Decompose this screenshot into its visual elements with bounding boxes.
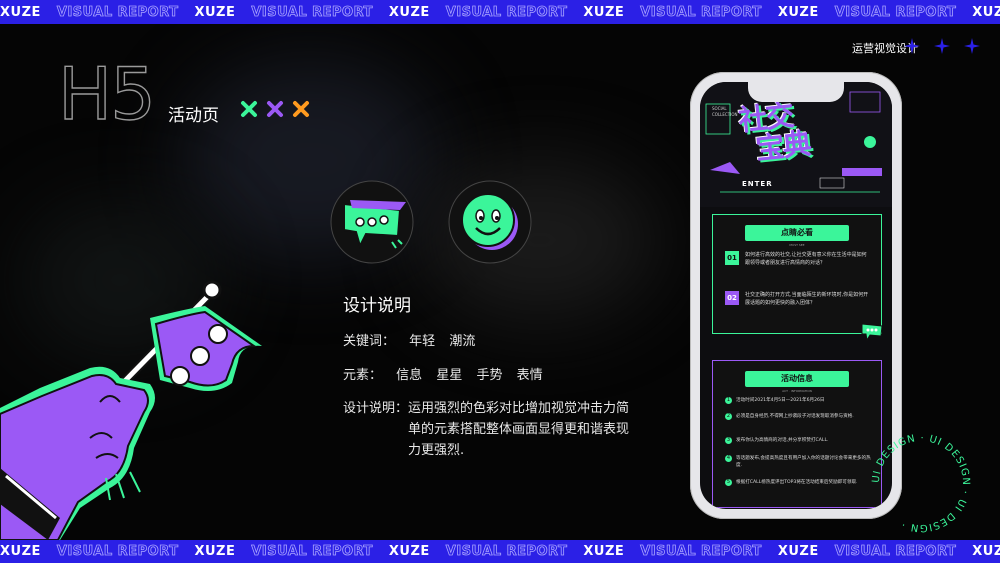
element-tag: 星星	[436, 368, 463, 383]
question-text: 社交正确的打开方式,当面临陌生的新环境时,你是如何开展话题的如何更快的融入团体？	[745, 292, 869, 306]
question-number: 01	[725, 251, 739, 265]
info-text: 活动时间2021年4月5日—2021年6月26日	[736, 398, 825, 403]
info-number: 5	[725, 479, 732, 486]
banner-text: XUZE	[388, 4, 430, 20]
chat-sticker-icon	[861, 323, 883, 342]
banner-text: XUZE	[0, 4, 41, 20]
element-tag: 手势	[476, 368, 503, 383]
keyword: 潮流	[449, 334, 476, 349]
info-text: 必须是自身经历,不得网上抄袭段子对话发现取消参与资格.	[736, 414, 854, 419]
activity-subheading: ACT · INFORMATION	[782, 389, 812, 393]
elements-label: 元素：	[343, 368, 383, 383]
ring-text: UI DESIGN · UI DESIGN · UI DESIGN ·	[871, 433, 970, 533]
hero-title: 社交 宝典	[737, 98, 812, 166]
info-item: 4 等话题发布,会提高热度且有用户加入你的话题讨论会带来更多的热度.	[725, 455, 871, 469]
explanation-row: 设计说明： 运用强烈的色彩对比增加视觉冲击力简单的元素搭配整体画面显得更和谐表现…	[343, 398, 640, 461]
banner-text: VISUAL REPORT	[640, 544, 762, 560]
info-text: 等话题发布,会提高热度且有用户加入你的话题讨论会带来更多的热度.	[736, 456, 871, 468]
banner-text: VISUAL REPORT	[445, 544, 568, 560]
banner-text: XUZE	[972, 544, 1000, 559]
x-icon	[267, 101, 283, 117]
banner-text: VISUAL REPORT	[251, 544, 373, 560]
info-item: 2 必须是自身经历,不得网上抄袭段子对话发现取消参与资格.	[725, 413, 871, 420]
banner-text: XUZE	[0, 544, 41, 559]
must-see-card: 点睛必看 MUST SEE 01 如何进行高效的社交,让社交更有意义你在生活中是…	[712, 214, 882, 334]
banner-text: XUZE	[388, 544, 430, 559]
sparkle-star-icon	[904, 38, 920, 54]
question-number: 02	[725, 291, 739, 305]
banner-text: XUZE	[583, 4, 625, 20]
banner-text: VISUAL REPORT	[445, 4, 568, 20]
keywords-label: 关键词：	[343, 334, 396, 349]
hero-title-line2: 宝典	[753, 126, 812, 166]
keyword: 年轻	[409, 334, 436, 349]
must-see-heading: 点睛必看	[745, 225, 849, 241]
x-icon	[293, 101, 309, 117]
x-mark-group	[240, 100, 310, 118]
hand-flag-illustration	[0, 280, 262, 540]
info-item: 1 活动时间2021年4月5日—2021年6月26日	[725, 397, 871, 404]
banner-text: XUZE	[583, 544, 625, 559]
svg-text:UI DESIGN · UI DESIGN · UI DES: UI DESIGN · UI DESIGN · UI DESIGN ·	[871, 433, 971, 533]
question-item[interactable]: 02 社交正确的打开方式,当面临陌生的新环境时,你是如何开展话题的如何更快的融入…	[725, 291, 869, 307]
banner-text: VISUAL REPORT	[640, 4, 762, 20]
sparkle-star-icon	[964, 38, 980, 54]
keywords-row: 关键词： 年轻 潮流	[343, 330, 485, 349]
banner-text: VISUAL REPORT	[56, 4, 179, 20]
question-item[interactable]: 01 如何进行高效的社交,让社交更有意义你在生活中是如何跟领导或者朋友进行高情商…	[725, 251, 869, 267]
banner-text: VISUAL REPORT	[56, 544, 179, 560]
element-tag: 信息	[396, 368, 423, 383]
banner-text: VISUAL REPORT	[834, 4, 957, 20]
star-group	[904, 38, 980, 54]
description-title: 设计说明	[343, 296, 411, 316]
explanation-text: 运用强烈的色彩对比增加视觉冲击力简单的元素搭配整体画面显得更和谐表现力更强烈.	[408, 401, 630, 458]
info-item: 5 根据打CALL榜热度评出TOP3将在活动结束后奖励即可领取.	[725, 479, 871, 486]
ui-design-ring: UI DESIGN · UI DESIGN · UI DESIGN ·	[871, 433, 971, 533]
activity-info-card: 活动信息 ACT · INFORMATION 1 活动时间2021年4月5日—2…	[712, 360, 882, 508]
info-item: 3 发布你认为高情商的对话,并分享积赞打CALL.	[725, 437, 871, 444]
phone-screen: SOCIAL COLLECTION 社交 宝典 ENTER 点睛必看 MUST …	[700, 82, 892, 509]
sparkle-star-icon	[934, 38, 950, 54]
banner-text: XUZE	[972, 4, 1000, 20]
banner-text: XUZE	[777, 4, 819, 20]
smiley-face-icon	[448, 180, 532, 264]
info-text: 发布你认为高情商的对话,并分享积赞打CALL.	[736, 438, 829, 443]
must-see-subheading: MUST SEE	[789, 243, 805, 247]
banner-text: XUZE	[194, 544, 236, 559]
x-icon	[241, 101, 257, 117]
info-text: 根据打CALL榜热度评出TOP3将在活动结束后奖励即可领取.	[736, 480, 858, 485]
element-tag: 表情	[516, 368, 543, 383]
question-text: 如何进行高效的社交,让社交更有意义你在生活中是如何跟领导或者朋友进行高情商的对话…	[745, 252, 867, 266]
banner-text: VISUAL REPORT	[251, 4, 373, 20]
info-number: 4	[725, 455, 732, 462]
top-banner: XUZE VISUAL REPORT XUZE VISUAL REPORT XUZE VI…	[0, 0, 1000, 24]
chat-bubble-icon	[330, 180, 414, 264]
info-number: 1	[725, 397, 732, 404]
page-subtitle: 活动页	[168, 106, 219, 126]
info-number: 3	[725, 437, 732, 444]
activity-heading: 活动信息	[745, 371, 849, 387]
elements-row: 元素： 信息 星星 手势 表情	[343, 364, 553, 383]
enter-button[interactable]: ENTER	[742, 180, 773, 188]
banner-text: XUZE	[194, 4, 236, 20]
page-title-h5: H5	[57, 52, 156, 136]
banner-text: VISUAL REPORT	[834, 544, 957, 560]
bottom-banner: XUZE VISUAL REPORT XUZE VISUAL REPORT XUZE VI…	[0, 540, 1000, 563]
phone-notch	[748, 82, 844, 102]
info-number: 2	[725, 413, 732, 420]
banner-text: XUZE	[777, 544, 819, 559]
explanation-label: 设计说明：	[343, 401, 409, 416]
